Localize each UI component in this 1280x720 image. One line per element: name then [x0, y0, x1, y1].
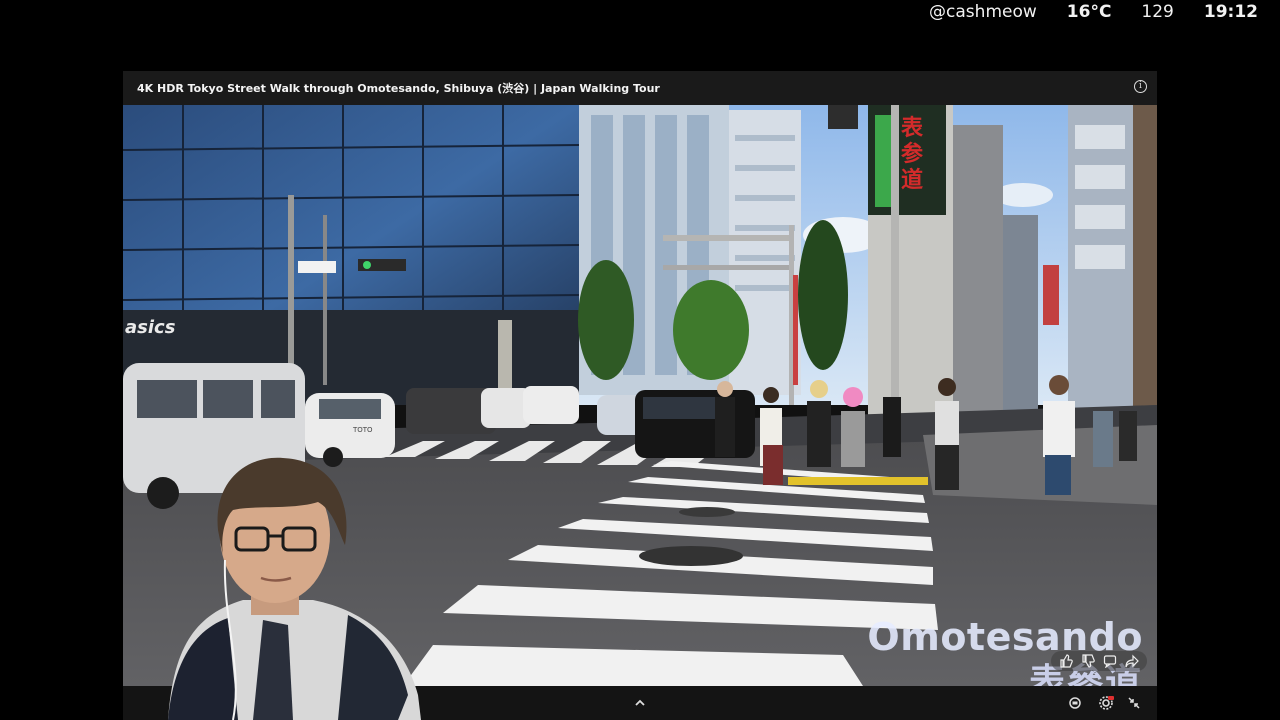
- info-icon[interactable]: i: [1134, 80, 1147, 93]
- streamer-webcam: [123, 450, 423, 720]
- streamer-handle: @cashmeow: [929, 2, 1037, 22]
- tree: [673, 280, 749, 380]
- svg-text:参: 参: [901, 141, 923, 167]
- video-title[interactable]: 4K HDR Tokyo Street Walk through Omotesa…: [137, 80, 660, 96]
- screen: @cashmeow 16°C 129 19:12 4K HDR Tokyo St…: [0, 0, 1280, 720]
- gear-icon[interactable]: [1098, 695, 1114, 711]
- black-suv: [635, 390, 755, 458]
- captions-icon[interactable]: [1067, 695, 1083, 711]
- clock-readout: 19:12: [1203, 2, 1258, 22]
- svg-text:TOTO: TOTO: [352, 426, 373, 434]
- viewer-count: 129: [1141, 2, 1174, 22]
- chevron-up-icon[interactable]: [632, 695, 648, 711]
- tree: [798, 220, 848, 370]
- svg-text:道: 道: [901, 167, 923, 193]
- reaction-bar: [1051, 651, 1147, 671]
- share-icon[interactable]: [1125, 654, 1139, 668]
- collapse-icon[interactable]: [1126, 695, 1142, 711]
- temperature-readout: 16°C: [1066, 2, 1112, 22]
- thumbs-down-icon[interactable]: [1081, 654, 1095, 668]
- player-title-bar: 4K HDR Tokyo Street Walk through Omotesa…: [123, 71, 1157, 105]
- thumbs-up-icon[interactable]: [1059, 654, 1073, 668]
- manhole: [639, 546, 743, 566]
- comment-icon[interactable]: [1103, 654, 1117, 669]
- tree: [578, 260, 634, 380]
- svg-text:表: 表: [901, 116, 924, 141]
- asics-sign: asics: [125, 317, 176, 338]
- stream-hud: @cashmeow 16°C 129 19:12: [929, 0, 1258, 24]
